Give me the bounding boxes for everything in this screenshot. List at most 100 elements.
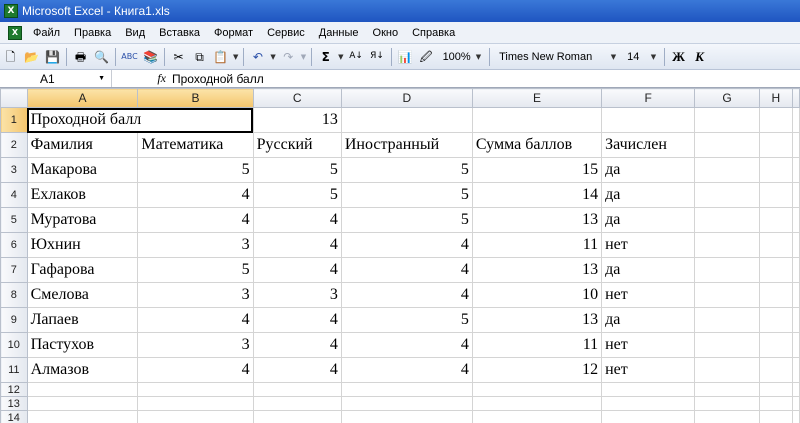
autosum-dropdown-icon[interactable]: ▼ bbox=[338, 53, 343, 61]
undo-icon[interactable]: ↶ bbox=[248, 47, 267, 66]
cell-a13[interactable] bbox=[26, 396, 139, 411]
cell-b11[interactable]: 4 bbox=[137, 357, 254, 383]
column-header[interactable]: C bbox=[252, 88, 342, 108]
research-icon[interactable]: 📚 bbox=[141, 47, 160, 66]
name-box-dropdown-icon[interactable]: ▼ bbox=[98, 75, 105, 82]
row-header[interactable]: 11 bbox=[0, 357, 28, 383]
cell-h8[interactable] bbox=[758, 282, 794, 308]
cell-f9[interactable]: да bbox=[601, 307, 696, 333]
cell-d3[interactable]: 5 bbox=[340, 157, 473, 183]
cell-c4[interactable]: 5 bbox=[252, 182, 342, 208]
row-header[interactable]: 8 bbox=[0, 282, 28, 308]
excel-app-icon[interactable]: X bbox=[4, 4, 18, 18]
row-header[interactable]: 12 bbox=[0, 382, 28, 397]
spelling-icon[interactable]: ABC bbox=[120, 47, 139, 66]
menu-edit[interactable]: Правка bbox=[67, 27, 118, 39]
menu-format[interactable]: Формат bbox=[207, 27, 260, 39]
cell-d4[interactable]: 5 bbox=[340, 182, 473, 208]
cell-e13[interactable] bbox=[471, 396, 603, 411]
cell-g3[interactable] bbox=[694, 157, 760, 183]
cell-d6[interactable]: 4 bbox=[340, 232, 473, 258]
cell-h11[interactable] bbox=[758, 357, 794, 383]
cell-a3[interactable]: Макарова bbox=[26, 157, 139, 183]
formula-input[interactable]: Проходной балл bbox=[172, 72, 264, 86]
menu-window[interactable]: Окно bbox=[366, 27, 406, 39]
column-header[interactable]: G bbox=[694, 88, 760, 108]
cell-e14[interactable] bbox=[471, 410, 603, 423]
column-header[interactable]: F bbox=[601, 88, 696, 108]
insert-function-icon[interactable]: fx bbox=[112, 71, 172, 86]
cell-f2[interactable]: Зачислен bbox=[601, 132, 696, 158]
cell-h6[interactable] bbox=[758, 232, 794, 258]
cell-c5[interactable]: 4 bbox=[252, 207, 342, 233]
cell-d12[interactable] bbox=[340, 382, 473, 397]
cell-e9[interactable]: 13 bbox=[471, 307, 603, 333]
cell-b3[interactable]: 5 bbox=[137, 157, 254, 183]
cell-a5[interactable]: Муратова bbox=[26, 207, 139, 233]
row-header[interactable]: 14 bbox=[0, 410, 28, 423]
cell-a14[interactable] bbox=[26, 410, 139, 423]
cell-c14[interactable] bbox=[252, 410, 342, 423]
cell-b7[interactable]: 5 bbox=[137, 257, 254, 283]
chart-wizard-icon[interactable]: 📊 bbox=[396, 47, 415, 66]
document-menu-icon[interactable]: X bbox=[8, 25, 22, 40]
cell-c8[interactable]: 3 bbox=[252, 282, 342, 308]
cell-a7[interactable]: Гафарова bbox=[26, 257, 139, 283]
cell-g1[interactable] bbox=[694, 107, 760, 133]
row-header[interactable]: 2 bbox=[0, 132, 28, 158]
cell-f14[interactable] bbox=[601, 410, 696, 423]
paste-icon[interactable]: 📋 bbox=[211, 47, 230, 66]
cell-b13[interactable] bbox=[137, 396, 254, 411]
column-header[interactable]: D bbox=[340, 88, 473, 108]
cell-a8[interactable]: Смелова bbox=[26, 282, 139, 308]
bold-button[interactable]: Ж bbox=[669, 47, 688, 66]
new-document-icon[interactable]: 🗋 bbox=[1, 47, 20, 66]
cell-a2[interactable]: Фамилия bbox=[26, 132, 139, 158]
cell-f5[interactable]: да bbox=[601, 207, 696, 233]
cell-b4[interactable]: 4 bbox=[137, 182, 254, 208]
cell-h7[interactable] bbox=[758, 257, 794, 283]
cell-c6[interactable]: 4 bbox=[252, 232, 342, 258]
cell-f1[interactable] bbox=[601, 107, 696, 133]
cell-e4[interactable]: 14 bbox=[471, 182, 603, 208]
cell-e12[interactable] bbox=[471, 382, 603, 397]
cell-h5[interactable] bbox=[758, 207, 794, 233]
cell-b6[interactable]: 3 bbox=[137, 232, 254, 258]
cell-h1[interactable] bbox=[758, 107, 794, 133]
cell-h9[interactable] bbox=[758, 307, 794, 333]
cell-d1[interactable] bbox=[340, 107, 473, 133]
sort-descending-icon[interactable]: Я↓ bbox=[368, 47, 387, 66]
cell-g10[interactable] bbox=[694, 332, 760, 358]
cell-g11[interactable] bbox=[694, 357, 760, 383]
cell-d13[interactable] bbox=[340, 396, 473, 411]
cell-e3[interactable]: 15 bbox=[471, 157, 603, 183]
cell-a10[interactable]: Пастухов bbox=[26, 332, 139, 358]
row-header[interactable]: 3 bbox=[0, 157, 28, 183]
cell-g13[interactable] bbox=[694, 396, 760, 411]
cell-e8[interactable]: 10 bbox=[471, 282, 603, 308]
cell-a6[interactable]: Юхнин bbox=[26, 232, 139, 258]
cell-g2[interactable] bbox=[694, 132, 760, 158]
cell-h14[interactable] bbox=[758, 410, 794, 423]
font-name-combo[interactable]: Times New Roman ▼ bbox=[493, 48, 621, 66]
redo-icon[interactable]: ↷ bbox=[279, 47, 298, 66]
font-size-combo[interactable]: 14 ▼ bbox=[621, 48, 661, 66]
cell-a11[interactable]: Алмазов bbox=[26, 357, 139, 383]
cell-e6[interactable]: 11 bbox=[471, 232, 603, 258]
cell-h3[interactable] bbox=[758, 157, 794, 183]
cell-c1[interactable]: 13 bbox=[252, 107, 342, 133]
zoom-combo[interactable]: 100% ▼ bbox=[437, 48, 487, 66]
row-header[interactable]: 4 bbox=[0, 182, 28, 208]
paste-dropdown-icon[interactable]: ▼ bbox=[233, 53, 238, 61]
cell-b12[interactable] bbox=[137, 382, 254, 397]
menu-view[interactable]: Вид bbox=[118, 27, 152, 39]
cell-g5[interactable] bbox=[694, 207, 760, 233]
cell-g14[interactable] bbox=[694, 410, 760, 423]
row-header[interactable]: 5 bbox=[0, 207, 28, 233]
cell-d5[interactable]: 5 bbox=[340, 207, 473, 233]
cell-d9[interactable]: 5 bbox=[340, 307, 473, 333]
menu-insert[interactable]: Вставка bbox=[152, 27, 207, 39]
cell-a9[interactable]: Лапаев bbox=[26, 307, 139, 333]
cell-g9[interactable] bbox=[694, 307, 760, 333]
cell-g6[interactable] bbox=[694, 232, 760, 258]
